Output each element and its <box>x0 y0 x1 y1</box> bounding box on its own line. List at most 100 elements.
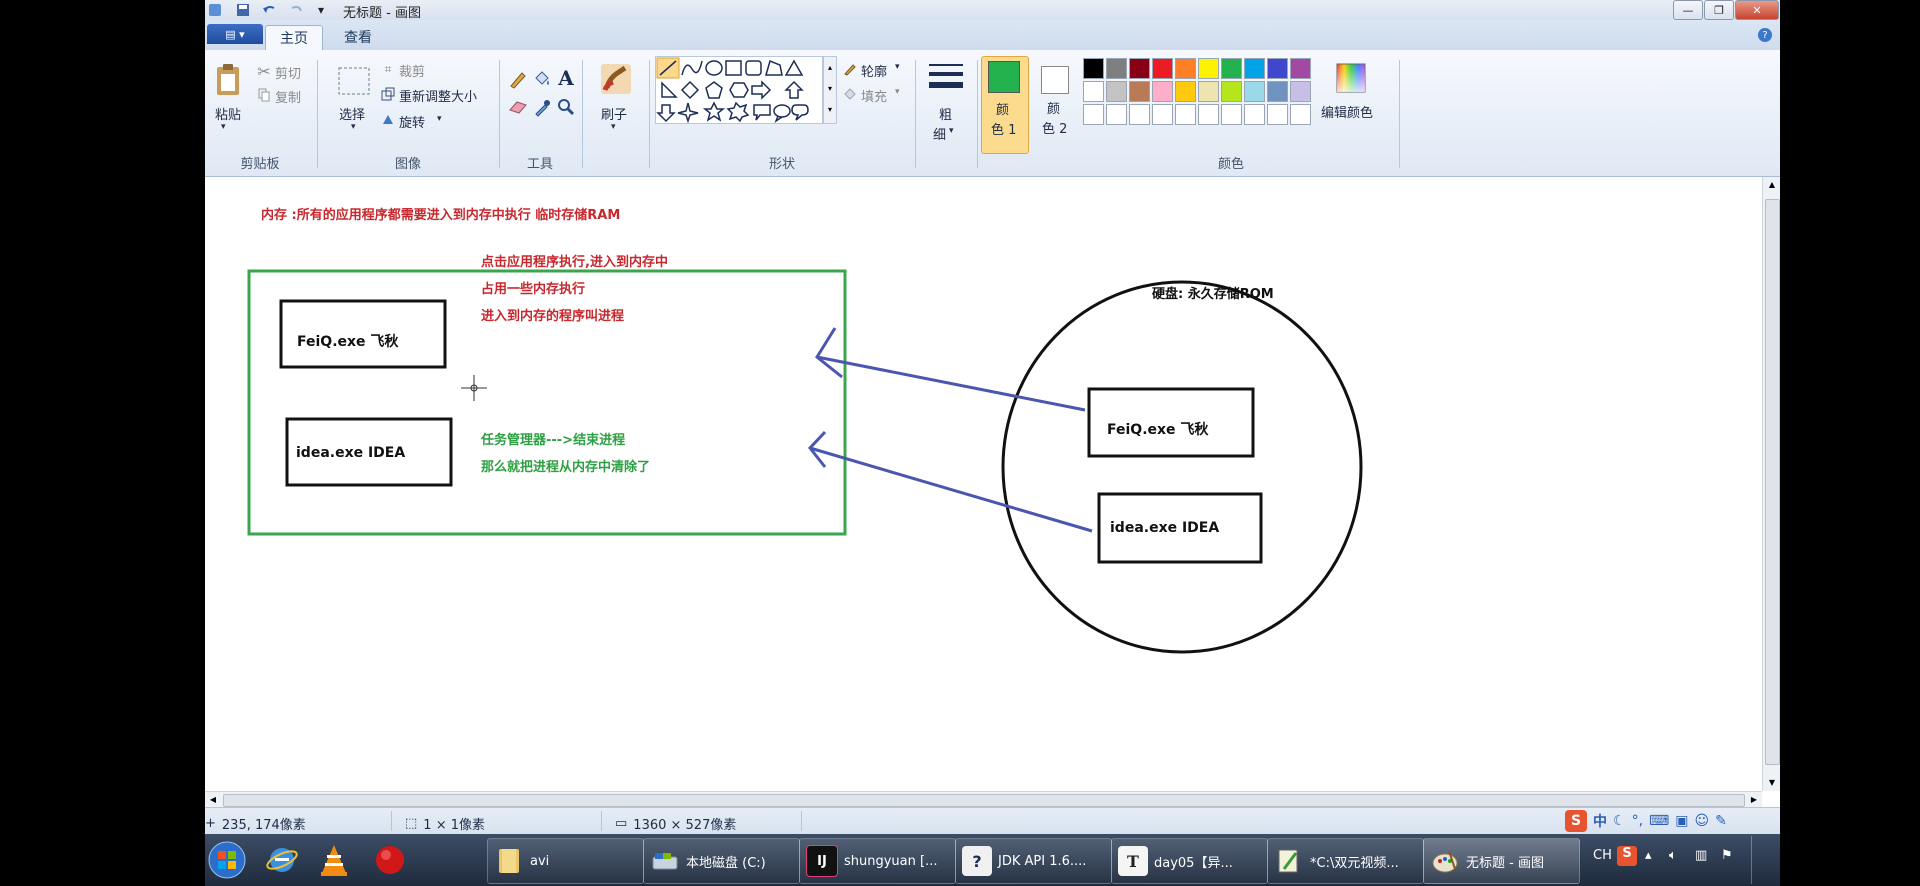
eraser-icon[interactable] <box>507 96 529 118</box>
redo-icon[interactable] <box>289 2 305 18</box>
taskbar-item-paint[interactable]: 无标题 - 画图 <box>1423 838 1580 884</box>
restore-button[interactable]: ❐ <box>1704 0 1734 20</box>
palette-swatch[interactable] <box>1152 81 1173 102</box>
crop-icon[interactable]: ⌗ <box>381 62 395 76</box>
custom-color-slot[interactable] <box>1083 104 1104 125</box>
fill-icon[interactable] <box>843 87 857 101</box>
text-tool-icon[interactable]: A <box>555 66 577 90</box>
select-icon[interactable] <box>337 66 371 96</box>
save-icon[interactable] <box>235 2 251 18</box>
custom-color-slot[interactable] <box>1244 104 1265 125</box>
tab-view[interactable]: 查看 <box>330 25 386 49</box>
recorder-taskbar-button[interactable] <box>373 838 417 882</box>
palette-swatch[interactable] <box>1175 81 1196 102</box>
rotate-dropdown-icon[interactable]: ▾ <box>437 114 442 124</box>
custom-color-slot[interactable] <box>1129 104 1150 125</box>
palette-swatch[interactable] <box>1244 58 1265 79</box>
ime-punctuation-icon[interactable]: °, <box>1632 813 1643 829</box>
fill-bucket-icon[interactable] <box>531 68 553 90</box>
palette-swatch[interactable] <box>1129 58 1150 79</box>
crop-button[interactable]: 裁剪 <box>399 61 425 80</box>
select-dropdown-icon[interactable]: ▾ <box>351 122 356 132</box>
color-picker-icon[interactable] <box>531 96 553 118</box>
show-desktop-button[interactable] <box>1751 836 1780 884</box>
shapes-scroll[interactable]: ▴ ▾ ▾ <box>823 56 837 124</box>
outline-dropdown-icon[interactable]: ▾ <box>895 62 900 72</box>
resize-icon[interactable] <box>381 87 395 101</box>
horizontal-scroll-thumb[interactable] <box>223 794 1745 807</box>
paint-app-icon[interactable] <box>207 2 223 18</box>
ime-moon-icon[interactable]: ☾ <box>1613 813 1626 829</box>
fill-dropdown-icon[interactable]: ▾ <box>895 87 900 97</box>
paste-button[interactable]: 粘贴 <box>215 104 241 123</box>
palette-swatch[interactable] <box>1175 58 1196 79</box>
close-button[interactable]: ✕ <box>1735 0 1779 20</box>
tray-flag-icon[interactable]: ⚑ <box>1721 848 1733 863</box>
palette-swatch[interactable] <box>1129 81 1150 102</box>
customize-quick-access-icon[interactable]: ▾ <box>313 2 329 18</box>
palette-swatch[interactable] <box>1106 81 1127 102</box>
edit-colors-icon[interactable] <box>1335 62 1367 94</box>
tray-network-icon[interactable]: ▥ <box>1695 848 1707 863</box>
tray-language[interactable]: CH <box>1593 848 1612 863</box>
palette-swatch[interactable] <box>1244 81 1265 102</box>
sogou-ime-icon[interactable]: S <box>1565 810 1587 832</box>
taskbar-item-day05[interactable]: Tday05【异... <box>1111 838 1268 884</box>
palette-swatch[interactable] <box>1267 58 1288 79</box>
custom-color-slot[interactable] <box>1290 104 1311 125</box>
size-label-2[interactable]: 细 <box>933 124 946 143</box>
ime-keyboard-icon[interactable]: ⌨ <box>1649 813 1669 829</box>
shapes-gallery[interactable] <box>655 56 823 124</box>
undo-icon[interactable] <box>261 2 277 18</box>
color2-button[interactable]: 颜 色 2 <box>1033 56 1079 152</box>
select-button[interactable]: 选择 <box>339 104 365 123</box>
brushes-button[interactable]: 刷子 <box>601 104 627 123</box>
cut-button[interactable]: 剪切 <box>275 63 301 82</box>
drawing-canvas[interactable]: 内存 :所有的应用程序都需要进入到内存中执行 临时存储RAM FeiQ.exe … <box>205 177 1768 791</box>
palette-swatch[interactable] <box>1152 58 1173 79</box>
scroll-down-icon[interactable]: ▼ <box>1763 775 1780 791</box>
help-icon[interactable]: ? <box>1758 28 1772 42</box>
scroll-left-icon[interactable]: ◀ <box>205 792 221 808</box>
windows-start-icon[interactable] <box>207 840 247 880</box>
internet-explorer-icon[interactable] <box>265 843 299 877</box>
palette-swatch[interactable] <box>1198 58 1219 79</box>
taskbar-item-jdk-api[interactable]: ? JDK API 1.6.... <box>955 838 1112 884</box>
palette-swatch[interactable] <box>1083 58 1104 79</box>
rotate-button[interactable]: 旋转 <box>399 112 425 131</box>
custom-color-slot[interactable] <box>1106 104 1127 125</box>
palette-swatch[interactable] <box>1267 81 1288 102</box>
taskbar-item-idea[interactable]: IJ shungyuan [... <box>799 838 956 884</box>
copy-icon[interactable] <box>257 88 271 102</box>
paste-icon[interactable] <box>213 62 243 98</box>
horizontal-scrollbar[interactable]: ◀ ▶ <box>205 791 1762 808</box>
palette-swatch[interactable] <box>1106 58 1127 79</box>
taskbar-item-local-disk[interactable]: 本地磁盘 (C:) <box>643 838 800 884</box>
vlc-icon[interactable] <box>319 843 349 877</box>
palette-swatch[interactable] <box>1290 81 1311 102</box>
taskbar-item-notepad[interactable]: *C:\双元视频... <box>1267 838 1424 884</box>
vertical-scroll-thumb[interactable] <box>1765 199 1780 765</box>
palette-swatch[interactable] <box>1198 81 1219 102</box>
minimize-button[interactable]: — <box>1673 0 1703 20</box>
ime-skin-icon[interactable]: ▣ <box>1675 813 1688 829</box>
tray-sogou-icon[interactable]: S <box>1617 846 1637 866</box>
vlc-taskbar-button[interactable] <box>319 838 363 882</box>
brushes-dropdown-icon[interactable]: ▾ <box>611 122 616 132</box>
palette-swatch[interactable] <box>1221 58 1242 79</box>
color1-button[interactable]: 颜 色 1 <box>981 56 1029 154</box>
scroll-up-icon[interactable]: ▲ <box>1763 177 1780 193</box>
paint-menu-button[interactable]: ▤ ▾ <box>207 24 263 44</box>
tray-expand-icon[interactable]: ▴ <box>1645 848 1652 863</box>
ime-chinese-mode[interactable]: 中 <box>1593 811 1607 831</box>
custom-color-slot[interactable] <box>1175 104 1196 125</box>
ime-tools-icon[interactable]: ✎ <box>1715 813 1727 829</box>
brush-icon[interactable] <box>599 62 633 96</box>
copy-button[interactable]: 复制 <box>275 87 301 106</box>
outline-button[interactable]: 轮廓 <box>861 61 887 80</box>
start-button[interactable] <box>207 838 251 882</box>
line-size-icon[interactable] <box>927 60 965 96</box>
record-icon[interactable] <box>373 843 407 877</box>
magnifier-icon[interactable] <box>555 96 577 118</box>
custom-color-slot[interactable] <box>1267 104 1288 125</box>
